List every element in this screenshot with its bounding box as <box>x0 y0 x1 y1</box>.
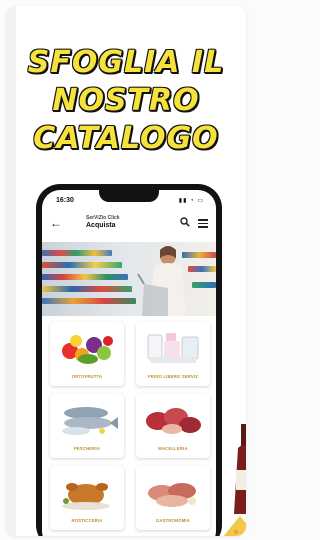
status-time: 16:30 <box>56 197 74 204</box>
shopper-figure <box>137 246 186 316</box>
category-label: FRIGO LIBERO SERVIZ <box>147 374 199 379</box>
promo-card: SFOGLIA IL NOSTRO CATALOGO 16:30 ▮▮ ◔ ▭ … <box>6 6 246 536</box>
app-bar: ← SerViZio Click Acquista <box>42 212 216 236</box>
dairy-fridge-icon <box>147 333 199 363</box>
category-tile-pescheria[interactable]: PESCHERIA <box>50 394 124 458</box>
category-label: ORTOFRUTTA <box>71 374 103 379</box>
supermarket-hero-image <box>42 242 216 316</box>
fruit-vegetables-icon <box>62 335 113 364</box>
category-tile-gastronomia[interactable]: GASTRONOMIA <box>136 466 210 530</box>
headline-line-2: NOSTRO <box>52 83 200 118</box>
fish-icon <box>62 407 118 435</box>
app-brand: SerViZio Click <box>86 215 120 221</box>
category-label: ROSTICCERIA <box>71 518 103 523</box>
category-tile-rosticceria[interactable]: ROSTICCERIA <box>50 466 124 530</box>
deli-cold-cuts-icon <box>148 483 196 507</box>
category-tile-frigo[interactable]: FRIGO LIBERO SERVIZ <box>136 322 210 386</box>
phone-notch <box>99 190 159 202</box>
phone-screen: 16:30 ▮▮ ◔ ▭ ← SerViZio Click Acquista O… <box>42 190 216 536</box>
phone-mockup: 16:30 ▮▮ ◔ ▭ ← SerViZio Click Acquista O… <box>36 184 222 536</box>
status-bar: 16:30 ▮▮ ◔ ▭ <box>42 190 216 210</box>
status-icons: ▮▮ ◔ ▭ <box>178 198 204 204</box>
meat-icon <box>146 408 201 434</box>
page-title: Acquista <box>86 222 116 229</box>
headline-line-3: CATALOGO <box>33 121 219 156</box>
cheese-icon <box>223 516 246 536</box>
category-tile-macelleria[interactable]: MACELLERIA <box>136 394 210 458</box>
headline-line-1: SFOGLIA IL <box>27 45 225 80</box>
category-label: GASTRONOMIA <box>155 518 191 523</box>
hamburger-menu-icon[interactable] <box>198 219 208 228</box>
category-label: MACELLERIA <box>158 446 188 451</box>
wine-bottle-icon <box>234 424 246 514</box>
roast-chicken-icon <box>62 483 110 510</box>
category-label: PESCHERIA <box>73 446 101 451</box>
category-tile-ortofrutta[interactable]: ORTOFRUTTA <box>50 322 124 386</box>
catalog-headline: SFOGLIA IL NOSTRO CATALOGO <box>6 44 246 158</box>
search-icon[interactable] <box>180 217 190 227</box>
back-arrow-icon[interactable]: ← <box>50 216 62 230</box>
